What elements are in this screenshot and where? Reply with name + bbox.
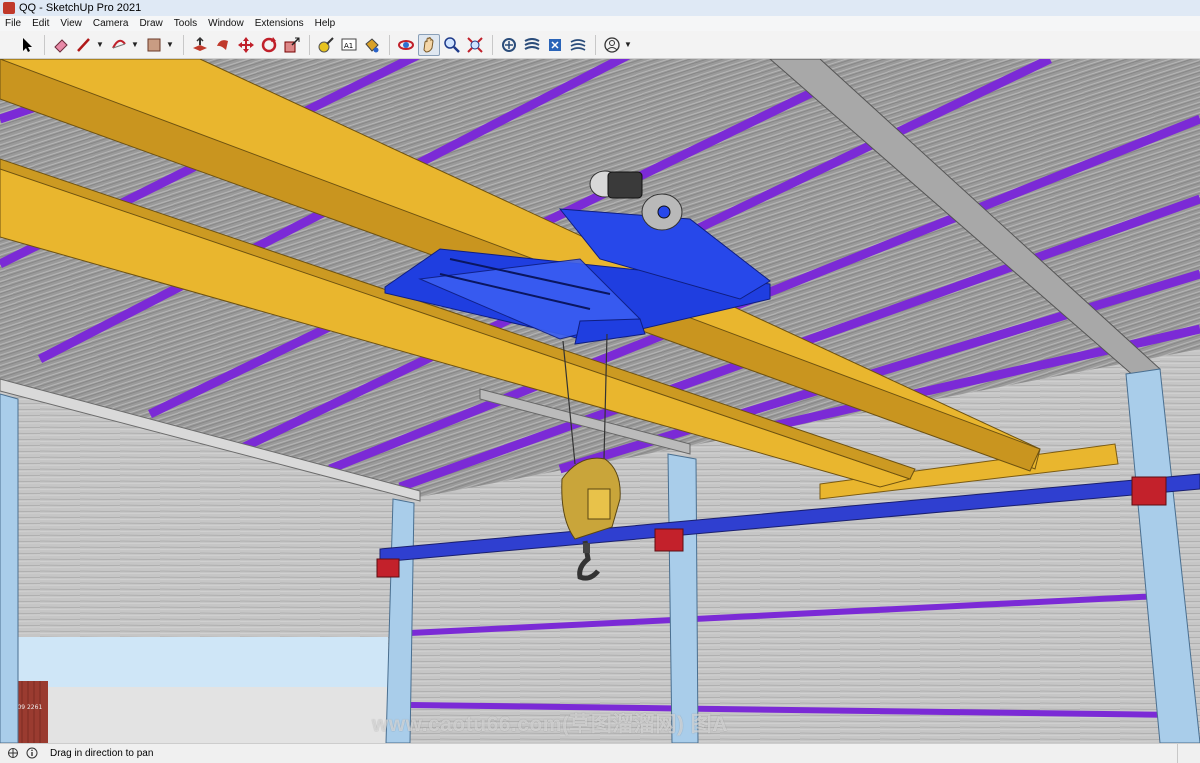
title-bar: QQ - SketchUp Pro 2021: [0, 0, 1200, 16]
toolbar-separator: [44, 34, 45, 55]
menu-extensions[interactable]: Extensions: [250, 18, 310, 29]
zoom-extents-icon[interactable]: [464, 34, 486, 56]
toolbar-separator: [389, 34, 390, 55]
rectangle-dropdown-icon[interactable]: ▼: [166, 40, 174, 49]
paint-bucket-icon[interactable]: [361, 34, 383, 56]
text-icon[interactable]: A1: [338, 34, 360, 56]
account-icon[interactable]: [601, 34, 623, 56]
measurements-box[interactable]: [1177, 743, 1200, 763]
scale-icon[interactable]: [281, 34, 303, 56]
eraser-icon[interactable]: [50, 34, 72, 56]
menu-view[interactable]: View: [55, 18, 88, 29]
arc-dropdown-icon[interactable]: ▼: [131, 40, 139, 49]
warehouse-icon[interactable]: [498, 34, 520, 56]
account-dropdown-icon[interactable]: ▼: [624, 40, 632, 49]
toolbar-separator: [309, 34, 310, 55]
georeference-icon[interactable]: [6, 747, 19, 760]
menu-help[interactable]: Help: [310, 18, 342, 29]
toolbar-separator: [183, 34, 184, 55]
rotate-icon[interactable]: [258, 34, 280, 56]
menu-file[interactable]: File: [0, 18, 27, 29]
line-icon[interactable]: [73, 34, 95, 56]
layout-icon[interactable]: [544, 34, 566, 56]
orbit-icon[interactable]: [395, 34, 417, 56]
window-title: QQ - SketchUp Pro 2021: [19, 2, 142, 14]
sandbox-icon[interactable]: [567, 34, 589, 56]
menu-edit[interactable]: Edit: [27, 18, 55, 29]
push-pull-icon[interactable]: [189, 34, 211, 56]
toolbar-separator: [492, 34, 493, 55]
zoom-icon[interactable]: [441, 34, 463, 56]
sketchup-app-icon: [3, 2, 15, 14]
menu-camera[interactable]: Camera: [88, 18, 135, 29]
menu-tools[interactable]: Tools: [169, 18, 203, 29]
pan-icon[interactable]: [418, 33, 440, 56]
outside-ground: [0, 687, 388, 743]
main-toolbar: ▼ ▼ ▼ A1 ▼: [0, 31, 1200, 59]
menu-window[interactable]: Window: [203, 18, 250, 29]
arc-icon[interactable]: [108, 34, 130, 56]
model-scene: 21209 2261: [0, 59, 1200, 743]
line-dropdown-icon[interactable]: ▼: [96, 40, 104, 49]
status-bar: Drag in direction to pan: [0, 743, 1200, 763]
follow-me-icon[interactable]: [212, 34, 234, 56]
move-icon[interactable]: [235, 34, 257, 56]
model-viewport[interactable]: 21209 2261: [0, 59, 1200, 743]
menu-bar: File Edit View Camera Draw Tools Window …: [0, 16, 1200, 31]
watermark-text: www.caotu66.com(草图溜溜网) 图A: [372, 713, 728, 736]
svg-text:A1: A1: [344, 42, 353, 50]
tape-measure-icon[interactable]: [315, 34, 337, 56]
status-message: Drag in direction to pan: [50, 747, 154, 759]
toolbar-separator: [595, 34, 596, 55]
rectangle-icon[interactable]: [143, 34, 165, 56]
extension-warehouse-icon[interactable]: [521, 34, 543, 56]
menu-draw[interactable]: Draw: [134, 18, 168, 29]
info-icon[interactable]: [25, 747, 38, 760]
select-icon[interactable]: [16, 34, 38, 56]
outside-sky: [0, 637, 388, 687]
